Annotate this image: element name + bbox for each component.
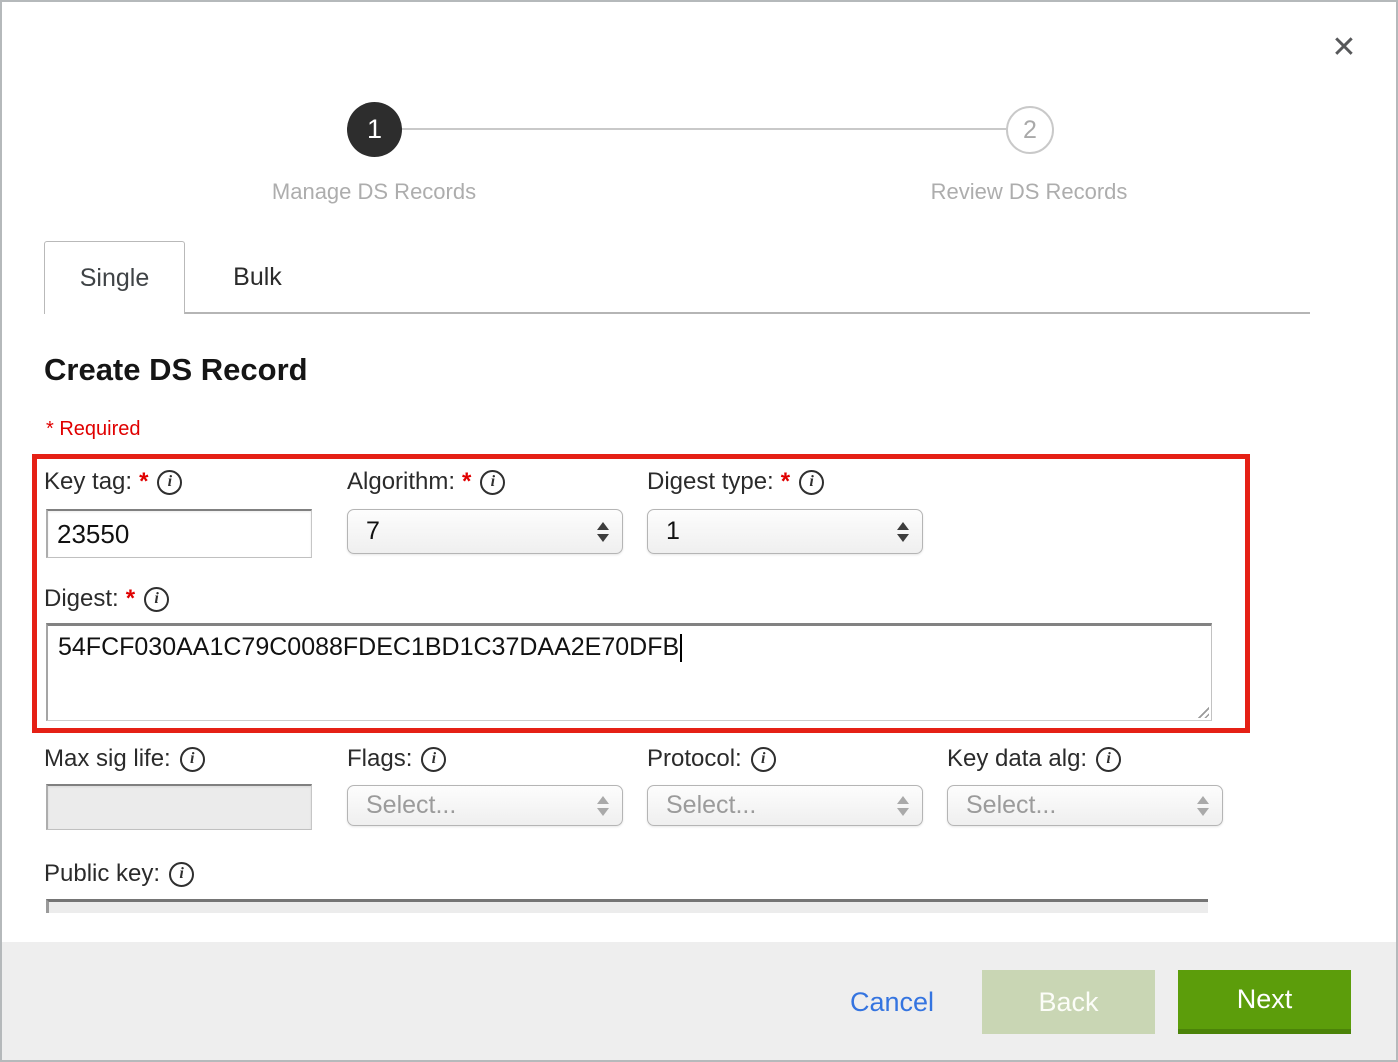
dialog-footer: Cancel Back Next <box>2 942 1396 1062</box>
public-key-info-icon[interactable]: i <box>169 862 194 887</box>
protocol-select-value: Select... <box>666 791 756 820</box>
key-data-alg-label: Key data alg: i <box>947 745 1121 773</box>
key-data-alg-label-text: Key data alg: <box>947 745 1087 773</box>
select-stepper-arrows-icon <box>897 522 909 542</box>
info-glyph: i <box>432 751 436 767</box>
flags-select[interactable]: Select... <box>347 785 623 826</box>
select-stepper-arrows-icon <box>1197 796 1209 816</box>
max-sig-life-label-text: Max sig life: <box>44 745 171 773</box>
required-note: * Required <box>46 418 141 441</box>
flags-label-text: Flags: <box>347 745 412 773</box>
info-glyph: i <box>190 751 194 767</box>
max-sig-life-info-icon[interactable]: i <box>180 747 205 772</box>
step-1-circle: 1 <box>347 102 402 157</box>
algorithm-required-marker: * <box>462 468 471 496</box>
step-1-label: Manage DS Records <box>272 179 476 205</box>
step-1-number: 1 <box>367 114 382 145</box>
select-stepper-arrows-icon <box>597 522 609 542</box>
cancel-button[interactable]: Cancel <box>850 987 934 1018</box>
select-stepper-arrows-icon <box>897 796 909 816</box>
protocol-info-icon[interactable]: i <box>751 747 776 772</box>
tab-bulk-label: Bulk <box>233 263 282 292</box>
digest-type-label: Digest type: * i <box>647 468 824 496</box>
create-ds-record-dialog: ✕ 1 2 Manage DS Records Review DS Record… <box>0 0 1398 1062</box>
info-glyph: i <box>168 474 172 490</box>
next-button[interactable]: Next <box>1178 970 1351 1034</box>
tab-bulk[interactable]: Bulk <box>185 241 330 314</box>
protocol-label-text: Protocol: <box>647 745 742 773</box>
algorithm-label-text: Algorithm: <box>347 468 455 496</box>
key-tag-label: Key tag: * i <box>44 468 182 496</box>
text-caret <box>680 634 682 662</box>
digest-label: Digest: * i <box>44 585 169 613</box>
max-sig-life-input[interactable] <box>46 784 312 830</box>
close-icon[interactable]: ✕ <box>1324 28 1364 68</box>
page-title: Create DS Record <box>44 352 308 388</box>
info-glyph: i <box>1106 751 1110 767</box>
digest-type-select[interactable]: 1 <box>647 509 923 554</box>
info-glyph: i <box>491 474 495 490</box>
select-stepper-arrows-icon <box>597 796 609 816</box>
algorithm-info-icon[interactable]: i <box>480 470 505 495</box>
tab-single[interactable]: Single <box>44 241 185 314</box>
flags-select-value: Select... <box>366 791 456 820</box>
flags-label: Flags: i <box>347 745 446 773</box>
key-tag-info-icon[interactable]: i <box>157 470 182 495</box>
public-key-label: Public key: i <box>44 860 194 888</box>
step-2-number: 2 <box>1023 116 1037 145</box>
digest-type-required-marker: * <box>781 468 790 496</box>
protocol-select[interactable]: Select... <box>647 785 923 826</box>
max-sig-life-label: Max sig life: i <box>44 745 205 773</box>
digest-value: 54FCF030AA1C79C0088FDEC1BD1C37DAA2E70DFB <box>58 633 679 661</box>
info-glyph: i <box>179 866 183 882</box>
digest-label-text: Digest: <box>44 585 119 613</box>
algorithm-select-value: 7 <box>366 517 380 546</box>
step-2-label: Review DS Records <box>931 179 1128 205</box>
digest-textarea[interactable]: 54FCF030AA1C79C0088FDEC1BD1C37DAA2E70DFB <box>46 623 1212 721</box>
key-data-alg-select[interactable]: Select... <box>947 785 1223 826</box>
public-key-label-text: Public key: <box>44 860 160 888</box>
key-data-alg-info-icon[interactable]: i <box>1096 747 1121 772</box>
info-glyph: i <box>761 751 765 767</box>
public-key-textarea[interactable] <box>46 899 1208 913</box>
digest-required-marker: * <box>126 585 135 613</box>
info-glyph: i <box>809 474 813 490</box>
key-tag-label-text: Key tag: <box>44 468 132 496</box>
algorithm-select[interactable]: 7 <box>347 509 623 554</box>
digest-type-info-icon[interactable]: i <box>799 470 824 495</box>
resize-grip-icon[interactable] <box>1195 704 1209 718</box>
algorithm-label: Algorithm: * i <box>347 468 505 496</box>
key-tag-input[interactable] <box>46 509 312 558</box>
key-data-alg-select-value: Select... <box>966 791 1056 820</box>
info-glyph: i <box>154 591 158 607</box>
back-button[interactable]: Back <box>982 970 1155 1034</box>
flags-info-icon[interactable]: i <box>421 747 446 772</box>
stepper-connector-line <box>401 128 1007 130</box>
digest-type-select-value: 1 <box>666 517 680 546</box>
digest-type-label-text: Digest type: <box>647 468 774 496</box>
step-2-circle: 2 <box>1006 106 1054 154</box>
digest-info-icon[interactable]: i <box>144 587 169 612</box>
protocol-label: Protocol: i <box>647 745 776 773</box>
key-tag-required-marker: * <box>139 468 148 496</box>
tab-single-label: Single <box>80 264 150 293</box>
